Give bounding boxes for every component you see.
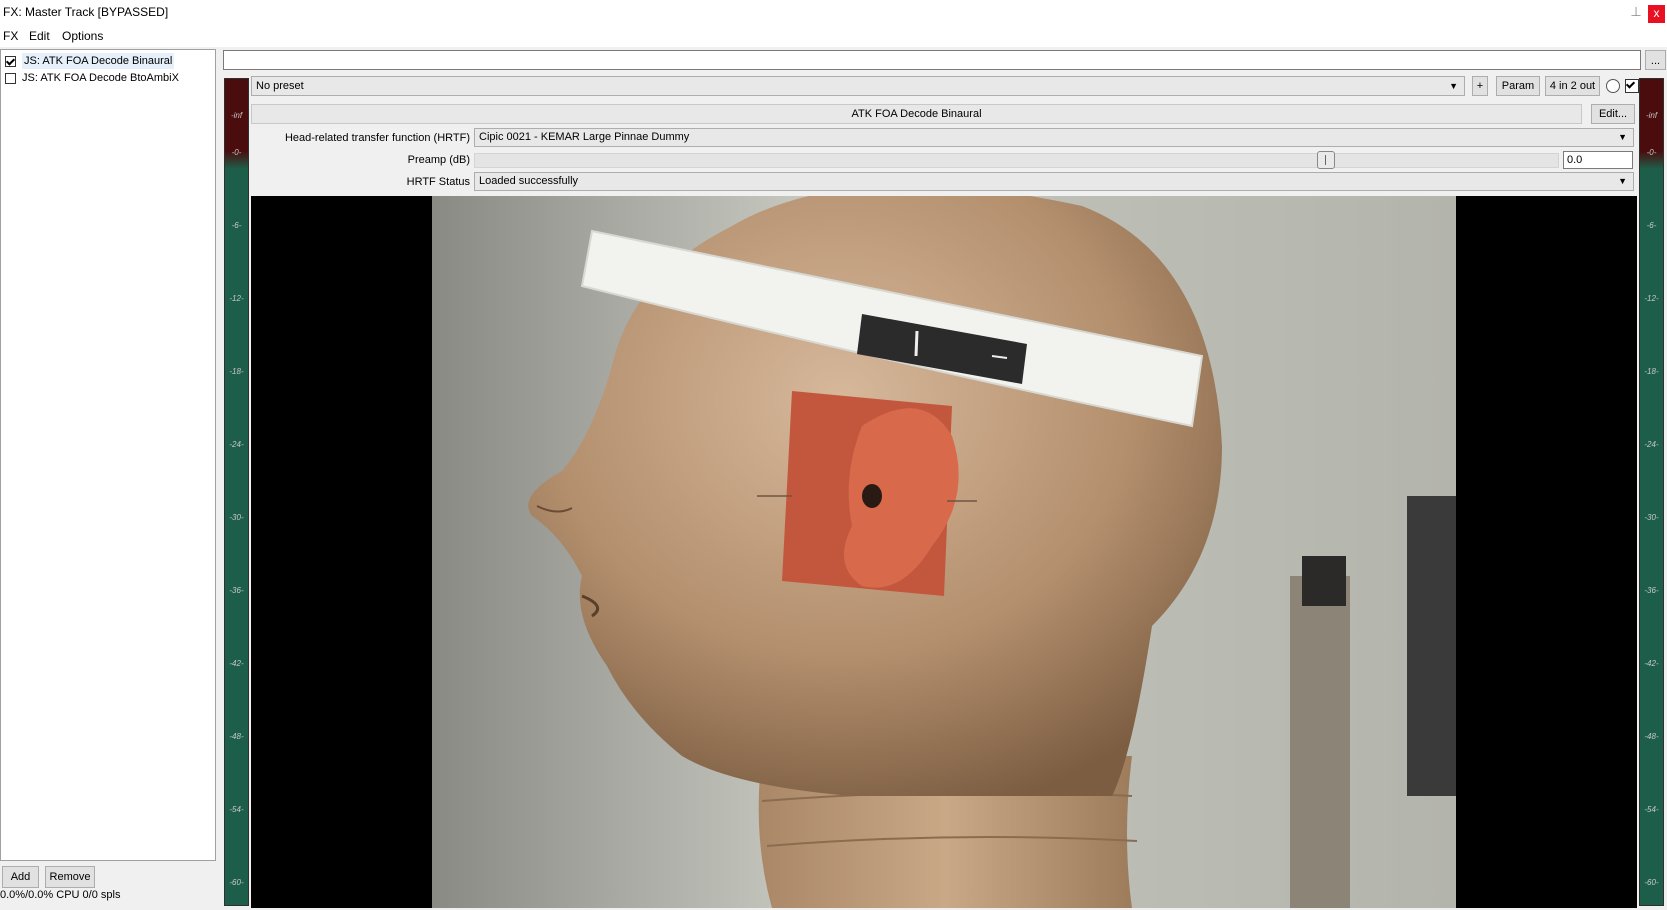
fx-item-decode-btoambix[interactable]: JS: ATK FOA Decode BtoAmbiX [5,70,179,86]
output-meter: -inf -0- -6- -12- -18- -24- -30- -36- -4… [1639,78,1664,906]
meter-tick: -18- [1644,367,1659,376]
meter-tick: -12- [229,294,244,303]
add-preset-button[interactable]: + [1472,76,1488,96]
meter-tick: -6- [231,221,242,230]
chevron-down-icon: ▼ [1449,81,1458,91]
menu-edit[interactable]: Edit [29,29,50,43]
meter-tick: -24- [229,440,244,449]
plugin-graphic-area [251,196,1637,908]
preset-dropdown[interactable]: No preset ▼ [251,76,1465,96]
meter-tick: -30- [229,513,244,522]
meter-tick: -0- [1646,148,1657,157]
meter-tick: -36- [229,586,244,595]
window-title: FX: Master Track [BYPASSED] [3,5,169,19]
fx-bypass-checkbox[interactable] [1625,79,1639,93]
meter-tick: -54- [229,805,244,814]
fx-enable-checkbox[interactable] [5,55,16,67]
title-bar: FX: Master Track [BYPASSED] ⊥ x [0,0,1667,26]
close-button[interactable]: x [1648,5,1665,23]
param-button[interactable]: Param [1496,76,1540,96]
chevron-down-icon: ▼ [1618,132,1627,142]
meter-tick: -42- [229,659,244,668]
fx-item-decode-binaural[interactable]: JS: ATK FOA Decode Binaural [5,53,175,69]
hrtf-status-value: Loaded successfully [479,175,579,187]
input-meter: -inf -0- -6- -12- -18- -24- -30- -36- -4… [224,78,249,906]
hrtf-status-label: HRTF Status [406,176,470,188]
menu-fx[interactable]: FX [3,29,18,43]
meter-tick: -54- [1644,805,1659,814]
meter-tick: -6- [1646,221,1657,230]
meter-tick: -0- [231,148,242,157]
fx-chain-list[interactable]: JS: ATK FOA Decode Binaural JS: ATK FOA … [0,49,216,861]
add-button[interactable]: Add [2,866,39,888]
meter-label: -inf [230,111,243,120]
meter-tick: -60- [1644,878,1659,887]
meter-tick: -60- [229,878,244,887]
pin-icon[interactable]: ⊥ [1628,4,1644,20]
meter-tick: -48- [1644,732,1659,741]
wet-knob-icon[interactable] [1606,79,1620,93]
fx-item-label: JS: ATK FOA Decode BtoAmbiX [22,72,179,84]
chevron-down-icon: ▼ [1618,176,1627,186]
hrtf-status-dropdown[interactable]: Loaded successfully ▼ [474,172,1634,191]
preamp-label: Preamp (dB) [407,154,470,166]
meter-tick: -24- [1644,440,1659,449]
meter-tick: -12- [1644,294,1659,303]
hrtf-label: Head-related transfer function (HRTF) [284,132,470,144]
fx-item-label: JS: ATK FOA Decode Binaural [22,53,175,69]
preamp-value-field[interactable]: 0.0 [1563,151,1633,169]
kemar-head-image [432,196,1456,908]
fx-filter-field[interactable] [223,50,1641,70]
cpu-status: 0.0%/0.0% CPU 0/0 spls [0,889,121,901]
meter-tick: -48- [229,732,244,741]
fx-enable-checkbox[interactable] [5,72,16,84]
menu-options[interactable]: Options [62,29,103,43]
hrtf-dropdown[interactable]: Cipic 0021 - KEMAR Large Pinnae Dummy ▼ [474,128,1634,147]
remove-button[interactable]: Remove [45,866,95,888]
meter-tick: -30- [1644,513,1659,522]
meter-tick: -36- [1644,586,1659,595]
preamp-slider[interactable] [474,153,1559,168]
io-routing-button[interactable]: 4 in 2 out [1545,76,1600,96]
more-options-button[interactable]: ... [1645,50,1666,70]
meter-tick: -42- [1644,659,1659,668]
menu-bar: FX Edit Options [0,26,1667,47]
preamp-slider-thumb[interactable] [1316,151,1335,169]
preset-value: No preset [256,80,304,92]
meter-tick: -18- [229,367,244,376]
meter-label: -inf [1645,111,1658,120]
edit-button[interactable]: Edit... [1591,104,1635,124]
hrtf-value: Cipic 0021 - KEMAR Large Pinnae Dummy [479,131,690,143]
plugin-name: ATK FOA Decode Binaural [251,104,1582,124]
